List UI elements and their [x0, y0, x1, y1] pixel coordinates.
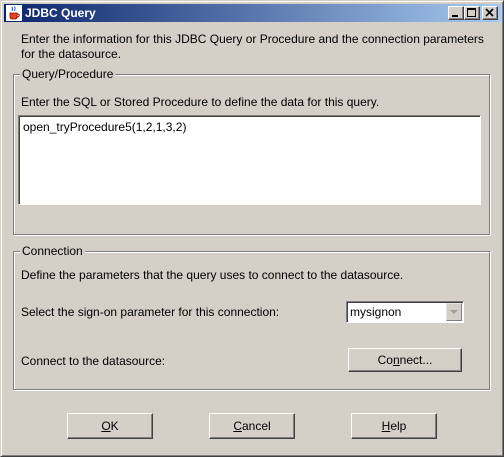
sql-textarea[interactable]: open_tryProcedure5(1,2,1,3,2) — [18, 115, 481, 205]
chevron-down-icon — [450, 310, 458, 314]
signon-label: Select the sign-on parameter for this co… — [21, 305, 280, 319]
intro-text-line1: Enter the information for this JDBC Quer… — [21, 32, 484, 46]
help-button[interactable]: Help — [351, 413, 437, 439]
signon-combobox[interactable]: mysignon — [346, 301, 464, 323]
query-procedure-group-title: Query/Procedure — [20, 67, 116, 81]
query-instruction: Enter the SQL or Stored Procedure to def… — [21, 95, 380, 109]
close-button[interactable] — [482, 6, 498, 20]
sql-text: open_tryProcedure5(1,2,1,3,2) — [23, 120, 187, 134]
minimize-button[interactable] — [448, 6, 464, 20]
cancel-button[interactable]: Cancel — [209, 413, 295, 439]
java-cup-icon — [6, 5, 22, 21]
connect-button[interactable]: Connect... — [348, 348, 462, 372]
connect-mnemonic: n — [392, 353, 400, 367]
title-bar[interactable]: JDBC Query — [4, 4, 501, 22]
signon-value: mysignon — [350, 305, 402, 319]
maximize-icon — [467, 8, 476, 17]
signon-dropdown-button[interactable] — [446, 303, 462, 321]
ok-button[interactable]: OK — [67, 413, 153, 439]
connection-description: Define the parameters that the query use… — [21, 268, 404, 282]
intro-text-line2: for the datasource. — [21, 47, 122, 61]
jdbc-query-dialog: JDBC Query Enter the information for thi… — [0, 0, 504, 457]
window-title: JDBC Query — [25, 6, 96, 20]
connection-group-title: Connection — [20, 244, 85, 258]
close-icon — [485, 8, 494, 17]
connect-label: Connect to the datasource: — [21, 354, 166, 368]
minimize-icon — [452, 15, 458, 17]
maximize-button[interactable] — [464, 6, 480, 20]
